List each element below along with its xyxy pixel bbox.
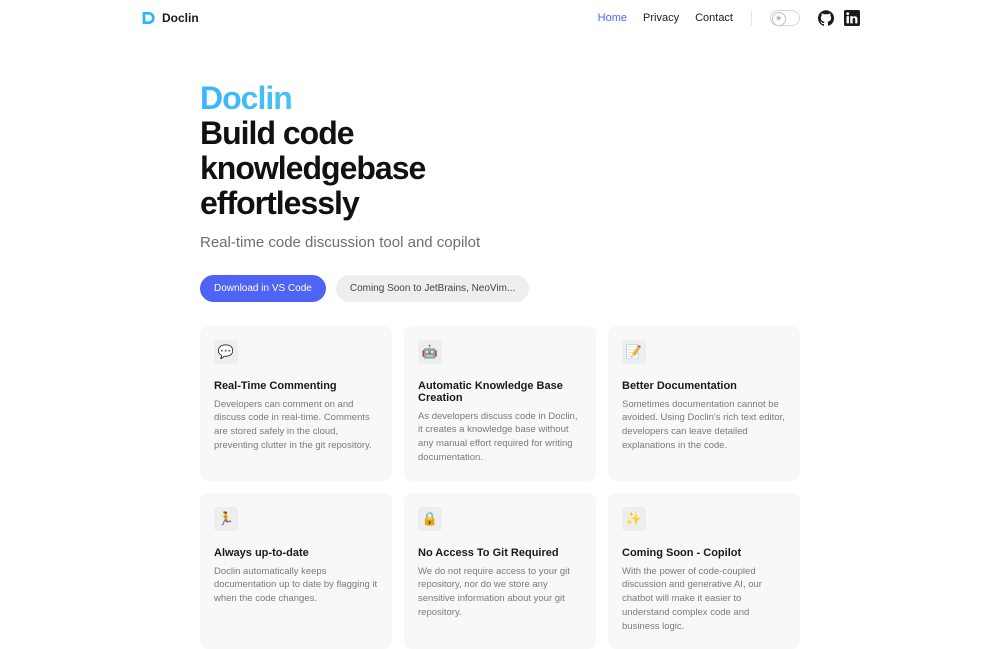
github-icon[interactable] <box>818 10 834 26</box>
feature-title: No Access To Git Required <box>418 547 582 559</box>
feature-card-knowledge-base: 🤖 Automatic Knowledge Base Creation As d… <box>404 326 596 481</box>
feature-desc: With the power of code-coupled discussio… <box>622 565 786 634</box>
feature-title: Always up-to-date <box>214 547 378 559</box>
download-vscode-button[interactable]: Download in VS Code <box>200 275 326 302</box>
hero: Doclin Build code knowledgebase effortle… <box>0 36 560 302</box>
feature-card-realtime-commenting: 💬 Real-Time Commenting Developers can co… <box>200 326 392 481</box>
feature-title: Real-Time Commenting <box>214 380 378 392</box>
hero-subtitle: Real-time code discussion tool and copil… <box>200 234 560 251</box>
feature-card-up-to-date: 🏃 Always up-to-date Doclin automatically… <box>200 493 392 649</box>
theme-toggle[interactable]: ☀ <box>770 10 800 26</box>
feature-title: Coming Soon - Copilot <box>622 547 786 559</box>
hero-title-line1: Build code <box>200 116 560 151</box>
hero-brand: Doclin <box>200 82 560 114</box>
linkedin-icon[interactable] <box>844 10 860 26</box>
feature-card-copilot: ✨ Coming Soon - Copilot With the power o… <box>608 493 800 649</box>
comment-icon: 💬 <box>214 340 238 364</box>
nav-right: Home Privacy Contact ☀ <box>598 10 860 26</box>
feature-desc: Doclin automatically keeps documentation… <box>214 565 378 606</box>
coming-soon-button[interactable]: Coming Soon to JetBrains, NeoVim... <box>336 275 529 302</box>
feature-desc: We do not require access to your git rep… <box>418 565 582 620</box>
hero-title: Build code knowledgebase effortlessly <box>200 116 560 222</box>
feature-desc: Sometimes documentation cannot be avoide… <box>622 398 786 453</box>
hero-cta-row: Download in VS Code Coming Soon to JetBr… <box>200 275 560 302</box>
brand-name: Doclin <box>162 11 199 25</box>
sparkle-icon: ✨ <box>622 507 646 531</box>
feature-title: Automatic Knowledge Base Creation <box>418 380 582 404</box>
nav-link-contact[interactable]: Contact <box>695 12 733 24</box>
feature-title: Better Documentation <box>622 380 786 392</box>
sun-icon: ☀ <box>775 14 782 23</box>
robot-icon: 🤖 <box>418 340 442 364</box>
feature-desc: Developers can comment on and discuss co… <box>214 398 378 453</box>
nav-links: Home Privacy Contact <box>598 12 733 24</box>
features-grid: 💬 Real-Time Commenting Developers can co… <box>0 302 1000 649</box>
document-icon: 📝 <box>622 340 646 364</box>
lock-icon: 🔒 <box>418 507 442 531</box>
nav-link-privacy[interactable]: Privacy <box>643 12 679 24</box>
hero-title-line3: effortlessly <box>200 186 560 221</box>
nav-link-home[interactable]: Home <box>598 12 627 24</box>
runner-icon: 🏃 <box>214 507 238 531</box>
feature-card-no-git: 🔒 No Access To Git Required We do not re… <box>404 493 596 649</box>
brand[interactable]: Doclin <box>140 10 199 26</box>
feature-card-better-docs: 📝 Better Documentation Sometimes documen… <box>608 326 800 481</box>
brand-logo-icon <box>140 10 156 26</box>
nav-divider <box>751 10 752 26</box>
feature-desc: As developers discuss code in Doclin, it… <box>418 410 582 465</box>
header: Doclin Home Privacy Contact ☀ <box>0 0 1000 36</box>
hero-title-line2: knowledgebase <box>200 151 560 186</box>
social-links <box>818 10 860 26</box>
